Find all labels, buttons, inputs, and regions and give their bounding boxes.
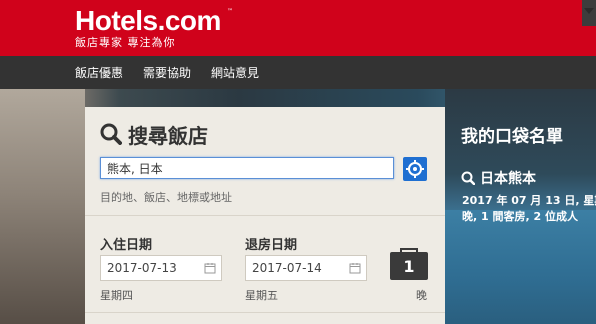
divider	[85, 215, 445, 216]
wishlist-detail-line1: 2017 年 07 月 13 日, 星期	[462, 194, 596, 207]
wishlist-title: 我的口袋名單	[461, 127, 563, 147]
checkout-weekday: 星期五	[245, 289, 278, 302]
account-menu[interactable]	[582, 0, 596, 26]
search-icon	[100, 123, 122, 145]
divider	[85, 312, 445, 313]
wishlist-detail-line2: 晚, 1 間客房, 2 位成人	[462, 210, 578, 223]
logo-tagline: 飯店專家 專注為你	[75, 36, 176, 49]
search-icon	[461, 171, 475, 185]
dropdown-arrow-icon	[584, 8, 594, 14]
search-title: 搜尋飯店	[128, 123, 208, 148]
wishlist-item-detail: 2017 年 07 月 13 日, 星期 晚, 1 間客房, 2 位成人	[462, 193, 596, 225]
calendar-icon[interactable]	[204, 262, 216, 274]
checkin-weekday: 星期四	[100, 289, 133, 302]
wishlist-item-title: 日本熊本	[480, 171, 536, 187]
main-nav: 飯店優惠 需要協助 網站意見	[0, 56, 596, 89]
logo-text: Hotels.com	[75, 5, 221, 36]
hotels-logo[interactable]: Hotels.com ™ 飯店專家 專注為你	[75, 5, 233, 50]
search-title-row: 搜尋飯店	[100, 121, 208, 148]
nights-value: 1	[403, 257, 415, 276]
checkout-label: 退房日期	[245, 238, 298, 253]
nav-item-deals[interactable]: 飯店優惠	[75, 66, 123, 80]
hero-window	[445, 89, 596, 210]
search-panel: 搜尋飯店 目的地、飯店、地標或地址 入住日期 退房日期 星期四 星期五 1 晚	[85, 107, 445, 324]
nav-item-help[interactable]: 需要協助	[143, 66, 191, 80]
wishlist-item[interactable]: 日本熊本	[461, 168, 536, 188]
locate-button[interactable]	[403, 157, 427, 181]
hero-sea	[445, 210, 596, 324]
calendar-icon[interactable]	[349, 262, 361, 274]
hero-wall	[0, 89, 85, 324]
logo-trademark: ™	[227, 8, 233, 15]
locate-icon	[406, 160, 424, 178]
nav-item-feedback[interactable]: 網站意見	[211, 66, 259, 80]
destination-hint: 目的地、飯店、地標或地址	[100, 191, 232, 204]
destination-input[interactable]	[100, 157, 394, 179]
header-bar: Hotels.com ™ 飯店專家 專注為你	[0, 0, 596, 56]
checkin-label: 入住日期	[100, 238, 153, 253]
nights-label: 晚	[416, 289, 427, 302]
